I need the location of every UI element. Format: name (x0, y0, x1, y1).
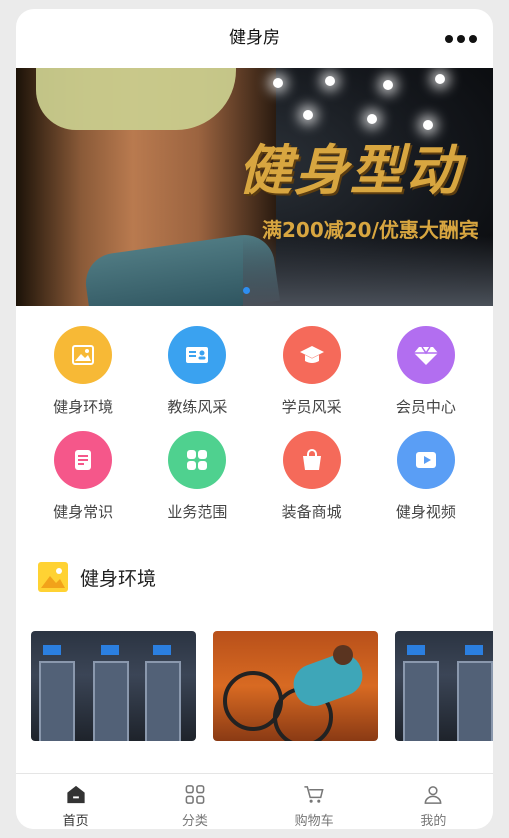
tab-label: 首页 (62, 814, 89, 829)
tab-mine[interactable]: 我的 (374, 774, 493, 829)
tab-label: 分类 (181, 814, 208, 829)
user-icon (424, 786, 442, 804)
phone-frame: 健身房 健身型动 满200减20/优惠大酬宾 健身环境 教练风采 学员风采 会员… (16, 9, 493, 829)
category-item-coaches[interactable]: 教练风采 (140, 326, 254, 417)
graduation-cap-icon (282, 326, 341, 384)
picture-icon (54, 326, 113, 384)
environment-photo-carousel[interactable] (16, 631, 493, 741)
section-header: 健身环境 (16, 522, 493, 592)
shopping-bag-icon (282, 431, 341, 489)
category-item-students[interactable]: 学员风采 (255, 326, 369, 417)
section-title: 健身环境 (80, 567, 157, 590)
category-item-videos[interactable]: 健身视频 (369, 431, 483, 522)
category-label: 健身环境 (53, 398, 114, 416)
cart-icon (304, 786, 324, 803)
grid-icon (168, 431, 227, 489)
category-label: 学员风采 (281, 398, 342, 416)
category-item-members[interactable]: 会员中心 (369, 326, 483, 417)
more-dots-icon[interactable] (445, 35, 477, 43)
category-label: 教练风采 (167, 398, 228, 416)
gym-photo[interactable] (395, 631, 493, 741)
bottom-tab-bar: 首页 分类 购物车 我的 (16, 773, 493, 829)
category-label: 装备商城 (281, 503, 342, 521)
tab-category[interactable]: 分类 (135, 774, 254, 829)
picture-icon (38, 562, 68, 592)
promo-banner[interactable]: 健身型动 满200减20/优惠大酬宾 (16, 68, 493, 306)
banner-promo-text: 满200减20/优惠大酬宾 (262, 218, 479, 242)
tab-home[interactable]: 首页 (16, 774, 135, 829)
video-icon (396, 431, 455, 489)
category-grid: 健身环境 教练风采 学员风采 会员中心 健身常识 业务范围 装备商城 健身视频 (16, 306, 493, 522)
category-item-knowledge[interactable]: 健身常识 (26, 431, 140, 522)
carousel-indicator[interactable] (243, 287, 250, 294)
page-title: 健身房 (229, 28, 280, 48)
gym-photo[interactable] (31, 631, 196, 741)
category-item-shop[interactable]: 装备商城 (255, 431, 369, 522)
tab-cart[interactable]: 购物车 (255, 774, 374, 829)
diamond-icon (396, 326, 455, 384)
category-item-environment[interactable]: 健身环境 (26, 326, 140, 417)
home-icon (67, 785, 85, 804)
top-navigation-bar: 健身房 (16, 9, 493, 68)
category-label: 健身视频 (395, 503, 456, 521)
category-label: 健身常识 (53, 503, 114, 521)
id-card-icon (168, 326, 227, 384)
document-icon (54, 431, 113, 489)
tab-label: 购物车 (294, 814, 334, 829)
category-label: 业务范围 (167, 503, 228, 521)
category-item-services[interactable]: 业务范围 (140, 431, 254, 522)
gym-photo[interactable] (213, 631, 378, 741)
category-icon (185, 785, 205, 804)
category-label: 会员中心 (395, 398, 456, 416)
banner-headline: 健身型动 (238, 138, 462, 202)
tab-label: 我的 (420, 814, 447, 829)
